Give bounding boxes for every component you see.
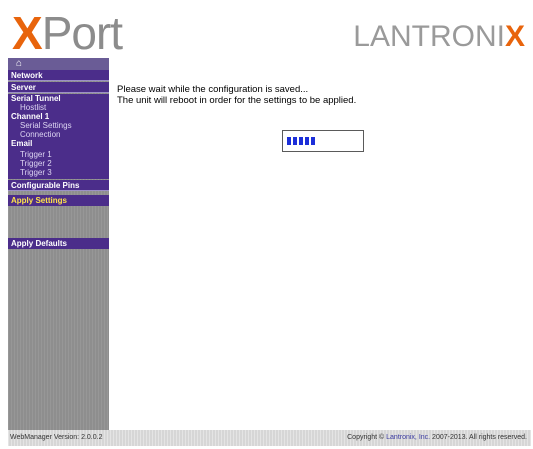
xport-logo-text: Port — [41, 7, 123, 59]
sidebar-item-email[interactable]: Email — [11, 139, 109, 148]
sidebar-item-serial-settings[interactable]: Serial Settings — [11, 121, 109, 130]
home-link[interactable]: ⌂ — [8, 58, 109, 70]
progress-block — [287, 137, 291, 145]
copyright-text: Copyright © Lantronix, Inc. 2007-2013. A… — [347, 434, 527, 441]
copyright-prefix: Copyright © — [347, 434, 387, 441]
sidebar-item-configurable-pins[interactable]: Configurable Pins — [8, 180, 109, 191]
sidebar-item-trigger-3[interactable]: Trigger 3 — [11, 168, 109, 177]
page-frame: XPort LANTRONIX ⌂ Network Server Serial … — [8, 6, 531, 446]
lantronix-logo-text: LANTRONI — [353, 20, 505, 53]
sidebar-group-triggers: Trigger 1 Trigger 2 Trigger 3 — [8, 150, 109, 179]
progress-block — [305, 137, 309, 145]
sidebar-item-trigger-2[interactable]: Trigger 2 — [11, 159, 109, 168]
sidebar-item-hostlist[interactable]: Hostlist — [11, 103, 109, 112]
footer: WebManager Version: 2.0.0.2 Copyright © … — [8, 430, 531, 446]
sidebar-item-server[interactable]: Server — [8, 82, 109, 93]
copyright-suffix: 2007-2013. All rights reserved. — [430, 434, 527, 441]
sidebar-item-trigger-1[interactable]: Trigger 1 — [11, 150, 109, 159]
progress-block — [311, 137, 315, 145]
home-icon[interactable]: ⌂ — [16, 58, 22, 69]
lantronix-logo: LANTRONIX — [353, 20, 525, 54]
xport-logo-x: X — [12, 7, 43, 59]
header: XPort LANTRONIX — [8, 6, 531, 56]
lantronix-logo-x: X — [504, 20, 525, 53]
status-message-line-1: Please wait while the configuration is s… — [117, 84, 309, 95]
sidebar: ⌂ Network Server Serial Tunnel Hostlist … — [8, 58, 109, 430]
sidebar-item-channel-1[interactable]: Channel 1 — [11, 112, 109, 121]
progress-block — [299, 137, 303, 145]
progress-block — [293, 137, 297, 145]
progress-indicator — [282, 130, 364, 152]
main-content: Please wait while the configuration is s… — [112, 58, 531, 430]
sidebar-item-apply-defaults[interactable]: Apply Defaults — [8, 238, 109, 249]
version-text: WebManager Version: 2.0.0.2 — [10, 434, 103, 441]
lantronix-link[interactable]: Lantronix, Inc. — [386, 434, 430, 441]
sidebar-item-apply-settings[interactable]: Apply Settings — [8, 195, 109, 206]
sidebar-item-connection[interactable]: Connection — [11, 130, 109, 139]
sidebar-item-network[interactable]: Network — [8, 70, 109, 81]
sidebar-group-serial-channel: Serial Tunnel Hostlist Channel 1 Serial … — [8, 94, 109, 150]
sidebar-item-serial-tunnel[interactable]: Serial Tunnel — [11, 94, 109, 103]
status-message-line-2: The unit will reboot in order for the se… — [117, 95, 357, 106]
xport-logo: XPort — [12, 10, 123, 56]
